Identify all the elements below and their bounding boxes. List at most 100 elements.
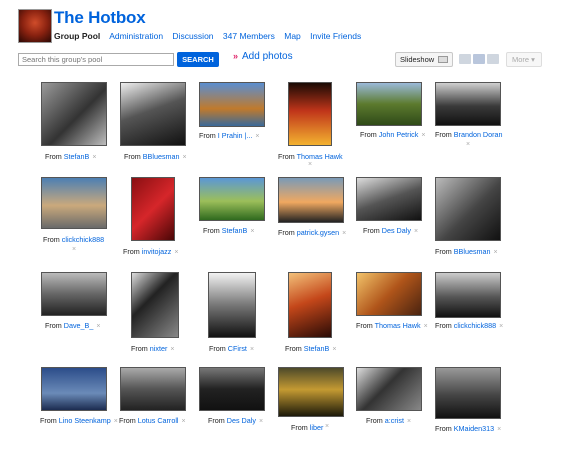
- remove-icon[interactable]: ×: [499, 323, 503, 330]
- photo-owner-link[interactable]: John Petrick: [379, 130, 419, 139]
- more-button[interactable]: More ▾: [506, 52, 542, 67]
- photo-caption: From nixter ×: [131, 344, 174, 353]
- remove-icon[interactable]: ×: [183, 154, 187, 161]
- from-label: From: [131, 344, 150, 353]
- photo-owner-link[interactable]: a:crist: [385, 416, 404, 425]
- add-photos-link[interactable]: » Add photos: [233, 51, 293, 62]
- nav-members[interactable]: 347 Members: [223, 31, 275, 41]
- photo-thumbnail[interactable]: [120, 82, 186, 146]
- remove-icon[interactable]: ×: [424, 323, 428, 330]
- from-label: From: [45, 321, 64, 330]
- photo-thumbnail[interactable]: [41, 367, 107, 411]
- nav-discussion[interactable]: Discussion: [172, 31, 213, 41]
- photo-thumbnail[interactable]: [435, 367, 501, 419]
- photo-thumbnail[interactable]: [278, 177, 344, 223]
- photo-thumbnail[interactable]: [208, 272, 256, 338]
- remove-icon[interactable]: ×: [92, 154, 96, 161]
- search-button[interactable]: SEARCH: [177, 52, 219, 67]
- photo-caption: From KMaiden313 ×: [435, 424, 501, 433]
- photo-owner-link[interactable]: StefanB: [304, 344, 330, 353]
- nav-group-pool[interactable]: Group Pool: [54, 31, 100, 41]
- nav-map[interactable]: Map: [284, 31, 301, 41]
- photo-owner-link[interactable]: Thomas Hawk: [297, 152, 343, 161]
- photo-owner-link[interactable]: patrick.gysen: [297, 228, 339, 237]
- remove-icon[interactable]: ×: [421, 132, 425, 139]
- photo-thumbnail[interactable]: [120, 367, 186, 411]
- photo-owner-link[interactable]: StefanB: [222, 226, 248, 235]
- email-icon[interactable]: [459, 54, 471, 64]
- photo-owner-link[interactable]: Brandon Doran: [454, 130, 503, 139]
- photo-thumbnail[interactable]: [356, 177, 422, 221]
- photo-owner-link[interactable]: invitojazz: [142, 247, 172, 256]
- remove-icon[interactable]: ×: [497, 426, 501, 433]
- photo-owner-link[interactable]: BBluesman: [143, 152, 180, 161]
- nav-invite-friends[interactable]: Invite Friends: [310, 31, 361, 41]
- remove-icon[interactable]: ×: [255, 133, 259, 140]
- photo-thumbnail[interactable]: [41, 272, 107, 316]
- remove-icon[interactable]: ×: [259, 418, 263, 425]
- photo-owner-link[interactable]: clickchick888: [62, 235, 104, 244]
- remove-icon[interactable]: ×: [332, 346, 336, 353]
- photo-caption: From CFirst ×: [209, 344, 254, 353]
- photo-owner-link[interactable]: BBluesman: [454, 247, 491, 256]
- photo-thumbnail[interactable]: [278, 367, 344, 417]
- remove-icon[interactable]: ×: [466, 141, 470, 148]
- photo-thumbnail[interactable]: [435, 272, 501, 318]
- photo-owner-link[interactable]: StefanB: [64, 152, 90, 161]
- photo-thumbnail[interactable]: [41, 82, 107, 146]
- photo-caption: From invitojazz ×: [123, 247, 178, 256]
- photo-owner-link[interactable]: Lotus Carroll: [138, 416, 179, 425]
- photo-owner-link[interactable]: Thomas Hawk: [375, 321, 421, 330]
- photo-owner-link[interactable]: Des Daly: [382, 226, 411, 235]
- photo-thumbnail[interactable]: [356, 367, 422, 411]
- photo-owner-link[interactable]: KMaiden313: [454, 424, 494, 433]
- photo-thumbnail[interactable]: [199, 177, 265, 221]
- group-avatar[interactable]: [18, 9, 52, 43]
- remove-icon[interactable]: ×: [342, 230, 346, 237]
- photo-thumbnail[interactable]: [131, 177, 175, 241]
- remove-icon[interactable]: ×: [250, 228, 254, 235]
- photo-thumbnail[interactable]: [199, 82, 265, 127]
- remove-icon[interactable]: ×: [170, 346, 174, 353]
- photo-caption: From StefanB ×: [203, 226, 254, 235]
- from-label: From: [43, 235, 62, 244]
- remove-icon[interactable]: ×: [414, 228, 418, 235]
- photo-owner-link[interactable]: CFirst: [228, 344, 247, 353]
- photo-thumbnail[interactable]: [356, 82, 422, 126]
- remove-icon[interactable]: ×: [407, 418, 411, 425]
- photo-owner-link[interactable]: I Prahin |...: [218, 131, 253, 140]
- group-title[interactable]: The Hotbox: [54, 8, 146, 28]
- photo-caption: From StefanB ×: [45, 152, 96, 161]
- remove-icon[interactable]: ×: [182, 418, 186, 425]
- remove-icon[interactable]: ×: [96, 323, 100, 330]
- from-label: From: [40, 416, 59, 425]
- remove-icon[interactable]: ×: [174, 249, 178, 256]
- photo-thumbnail[interactable]: [199, 367, 265, 411]
- remove-icon[interactable]: ×: [325, 423, 329, 430]
- remove-icon[interactable]: ×: [72, 246, 76, 253]
- facebook-icon[interactable]: [473, 54, 485, 64]
- photo-thumbnail[interactable]: [41, 177, 107, 229]
- photo-owner-link[interactable]: nixter: [150, 344, 168, 353]
- photo-thumbnail[interactable]: [435, 177, 501, 241]
- remove-icon[interactable]: ×: [250, 346, 254, 353]
- nav-administration[interactable]: Administration: [109, 31, 163, 41]
- group-header: The Hotbox Group Pool Administration Dis…: [18, 8, 558, 45]
- photo-thumbnail[interactable]: [131, 272, 179, 338]
- photo-thumbnail[interactable]: [435, 82, 501, 126]
- photo-thumbnail[interactable]: [356, 272, 422, 316]
- search-input[interactable]: [18, 53, 174, 66]
- blog-icon[interactable]: [487, 54, 499, 64]
- photo-owner-link[interactable]: Dave_B_: [64, 321, 94, 330]
- photo-owner-link[interactable]: Des Daly: [227, 416, 256, 425]
- remove-icon[interactable]: ×: [308, 161, 312, 168]
- photo-owner-link[interactable]: Lino Steenkamp: [59, 416, 111, 425]
- slideshow-button[interactable]: Slideshow: [395, 52, 453, 67]
- remove-icon[interactable]: ×: [114, 418, 118, 425]
- photo-thumbnail[interactable]: [288, 272, 332, 338]
- remove-icon[interactable]: ×: [494, 249, 498, 256]
- photo-thumbnail[interactable]: [288, 82, 332, 146]
- photo-owner-link[interactable]: liber: [310, 423, 324, 432]
- photo-owner-link[interactable]: clickchick888: [454, 321, 496, 330]
- from-label: From: [199, 131, 218, 140]
